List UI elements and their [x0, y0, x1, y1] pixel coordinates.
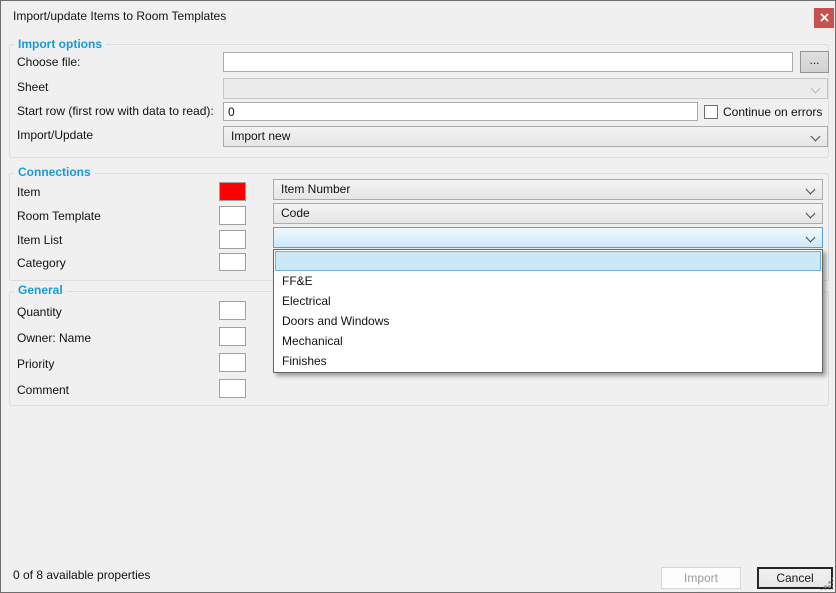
dialog-window: Import/update Items to Room Templates Im… — [0, 0, 836, 593]
sheet-combo[interactable] — [223, 78, 828, 99]
owner-name-color-swatch[interactable] — [219, 327, 246, 346]
chevron-down-icon — [806, 209, 816, 219]
owner-name-label: Owner: Name — [17, 331, 91, 345]
chevron-down-icon — [806, 185, 816, 195]
sheet-label: Sheet — [17, 80, 48, 94]
chevron-down-icon — [811, 132, 821, 142]
window-title: Import/update Items to Room Templates — [13, 9, 226, 23]
dropdown-option[interactable]: Doors and Windows — [275, 311, 821, 331]
import-update-combo-value: Import new — [231, 129, 290, 143]
continue-on-errors-checkbox[interactable] — [704, 105, 718, 119]
item-label: Item — [17, 185, 40, 199]
chevron-down-icon — [811, 84, 821, 94]
room-template-combo[interactable]: Code — [273, 203, 823, 224]
continue-on-errors-label[interactable]: Continue on errors — [723, 105, 822, 119]
group-header-import-options: Import options — [14, 37, 106, 51]
group-header-general: General — [14, 283, 67, 297]
cancel-button[interactable]: Cancel — [757, 567, 833, 589]
room-template-color-swatch[interactable] — [219, 206, 246, 225]
room-template-combo-value: Code — [281, 206, 310, 220]
group-header-connections: Connections — [14, 165, 95, 179]
status-text: 0 of 8 available properties — [13, 568, 150, 582]
dropdown-option[interactable]: Finishes — [275, 351, 821, 371]
choose-file-label: Choose file: — [17, 55, 80, 69]
quantity-label: Quantity — [17, 305, 62, 319]
dropdown-option[interactable]: Electrical — [275, 291, 821, 311]
category-label: Category — [17, 256, 66, 270]
close-icon — [820, 11, 829, 25]
item-list-dropdown: FF&E Electrical Doors and Windows Mechan… — [273, 249, 823, 373]
import-button[interactable]: Import — [661, 567, 741, 589]
item-combo-value: Item Number — [281, 182, 350, 196]
dropdown-option[interactable]: Mechanical — [275, 331, 821, 351]
import-update-label: Import/Update — [17, 128, 93, 142]
room-template-label: Room Template — [17, 209, 101, 223]
priority-label: Priority — [17, 357, 54, 371]
dropdown-option-blank[interactable] — [275, 251, 821, 271]
quantity-color-swatch[interactable] — [219, 301, 246, 320]
item-list-label: Item List — [17, 233, 62, 247]
start-row-label: Start row (first row with data to read): — [17, 104, 214, 118]
item-combo[interactable]: Item Number — [273, 179, 823, 200]
category-color-swatch[interactable] — [219, 253, 246, 271]
dropdown-option[interactable]: FF&E — [275, 271, 821, 291]
chevron-down-icon — [806, 233, 816, 243]
close-button[interactable] — [814, 8, 834, 28]
priority-color-swatch[interactable] — [219, 353, 246, 372]
item-list-color-swatch[interactable] — [219, 230, 246, 249]
item-color-swatch[interactable] — [219, 182, 246, 201]
item-list-combo[interactable] — [273, 227, 823, 248]
comment-color-swatch[interactable] — [219, 379, 246, 398]
browse-button[interactable]: ... — [800, 51, 829, 73]
comment-label: Comment — [17, 383, 69, 397]
import-update-combo[interactable]: Import new — [223, 126, 828, 147]
choose-file-input[interactable] — [223, 52, 793, 72]
start-row-input[interactable] — [223, 102, 698, 121]
